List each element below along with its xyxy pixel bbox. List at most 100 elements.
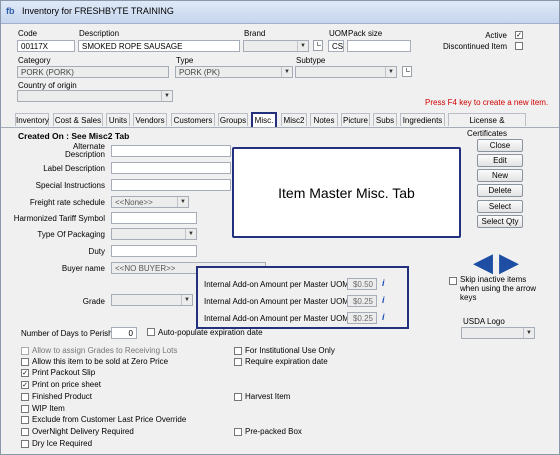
- packout-slip-checkbox[interactable]: ✓: [21, 369, 29, 377]
- allow-grades-lots-checkbox[interactable]: [21, 347, 29, 355]
- duty-field[interactable]: [111, 245, 197, 257]
- new-button[interactable]: New: [477, 169, 523, 182]
- alt-desc-field[interactable]: [111, 145, 231, 157]
- next-item-arrow-icon[interactable]: ▶: [499, 249, 519, 275]
- tab-inventory[interactable]: Inventory: [15, 113, 49, 126]
- select-qty-button[interactable]: Select Qty: [477, 215, 523, 228]
- type-select[interactable]: PORK (PK) ▼: [175, 66, 293, 78]
- harmonized-field[interactable]: [111, 212, 197, 224]
- tab-picture[interactable]: Picture: [341, 113, 370, 126]
- buyer-value: <<NO BUYER>>: [115, 264, 176, 273]
- info-icon[interactable]: i: [382, 312, 385, 322]
- category-select[interactable]: PORK (PORK): [17, 66, 169, 78]
- window-title: Inventory for FRESHBYTE TRAINING: [22, 6, 174, 16]
- packaging-select[interactable]: ▼: [111, 228, 197, 240]
- tab-vendors[interactable]: Vendors: [133, 113, 167, 126]
- packaging-label: Type Of Packaging: [37, 230, 105, 239]
- exclude-override-checkbox[interactable]: [21, 416, 29, 424]
- dry-ice-checkbox[interactable]: [21, 440, 29, 448]
- freight-label: Freight rate schedule: [29, 198, 105, 207]
- close-button[interactable]: Close: [477, 139, 523, 152]
- label-desc-field[interactable]: [111, 162, 231, 174]
- tab-license-certificates[interactable]: License & Certificates: [448, 113, 526, 138]
- tab-misc[interactable]: Misc.: [251, 112, 277, 127]
- category-label: Category: [18, 56, 51, 65]
- wip-item-checkbox[interactable]: [21, 405, 29, 413]
- edit-button[interactable]: Edit: [477, 154, 523, 167]
- app-icon: fb: [6, 6, 15, 16]
- zero-price-label: Allow this item to be sold at Zero Price: [32, 357, 169, 366]
- category-value: PORK (PORK): [21, 68, 74, 77]
- addon-3-label: Internal Add-on Amount per Master UOM #3: [204, 314, 361, 323]
- created-on-text: Created On : See Misc2 Tab: [18, 131, 130, 141]
- brand-label: Brand: [244, 29, 266, 38]
- discontinued-checkbox[interactable]: [515, 42, 523, 50]
- price-sheet-checkbox[interactable]: ✓: [21, 381, 29, 389]
- code-field[interactable]: 00117X: [17, 40, 75, 52]
- prepacked-box-label: Pre-packed Box: [245, 427, 302, 436]
- tab-misc2[interactable]: Misc2: [281, 113, 307, 126]
- uom-field[interactable]: CS: [328, 40, 344, 52]
- description-field[interactable]: SMOKED ROPE SAUSAGE: [78, 40, 240, 52]
- finished-product-label: Finished Product: [32, 392, 93, 401]
- tab-notes[interactable]: Notes: [310, 113, 338, 126]
- harmonized-label: Harmonized Tariff Symbol: [13, 214, 105, 223]
- harvest-item-label: Harvest Item: [245, 392, 291, 401]
- grade-select[interactable]: ▼: [111, 294, 193, 306]
- pack-size-field[interactable]: [347, 40, 411, 52]
- addon-2-label: Internal Add-on Amount per Master UOM #2: [204, 297, 361, 306]
- overnight-delivery-checkbox[interactable]: [21, 428, 29, 436]
- uom-label: UOM: [329, 29, 348, 38]
- tab-customers[interactable]: Customers: [171, 113, 215, 126]
- require-expiration-checkbox[interactable]: [234, 358, 242, 366]
- overnight-delivery-label: OverNight Delivery Required: [32, 427, 134, 436]
- harvest-item-checkbox[interactable]: [234, 393, 242, 401]
- special-instr-label: Special Instructions: [35, 181, 105, 190]
- duty-label: Duty: [88, 247, 105, 256]
- prepacked-box-checkbox[interactable]: [234, 428, 242, 436]
- delete-button[interactable]: Delete: [477, 184, 523, 197]
- finished-product-checkbox[interactable]: [21, 393, 29, 401]
- usda-logo-label: USDA Logo: [463, 317, 505, 326]
- country-select[interactable]: ▼: [17, 90, 173, 102]
- description-label: Description: [79, 29, 120, 38]
- days-perish-label: Number of Days to Perish: [21, 329, 113, 338]
- addon-1-field[interactable]: $0.50: [347, 278, 377, 290]
- chevron-down-icon: ▼: [281, 67, 292, 77]
- skip-inactive-checkbox[interactable]: [449, 277, 457, 285]
- previous-item-arrow-icon[interactable]: ◀: [473, 249, 493, 275]
- misc-tab-callout: Item Master Misc. Tab: [232, 147, 461, 238]
- institutional-use-label: For Institutional Use Only: [245, 346, 335, 355]
- allow-grades-lots-label: Allow to assign Grades to Receiving Lots: [32, 346, 178, 355]
- zero-price-checkbox[interactable]: [21, 358, 29, 366]
- freight-select[interactable]: <<None>> ▼: [111, 196, 189, 208]
- info-icon[interactable]: i: [382, 278, 385, 288]
- chevron-down-icon: ▼: [161, 91, 172, 101]
- special-instr-field[interactable]: [111, 179, 231, 191]
- addon-2-field[interactable]: $0.25: [347, 295, 377, 307]
- subtype-lookup-icon[interactable]: [402, 66, 412, 77]
- tab-groups[interactable]: Groups: [218, 113, 248, 126]
- chevron-down-icon: ▼: [523, 328, 534, 338]
- institutional-use-checkbox[interactable]: [234, 347, 242, 355]
- chevron-down-icon: ▼: [185, 229, 196, 239]
- brand-lookup-icon[interactable]: [313, 40, 323, 51]
- tab-subs[interactable]: Subs: [373, 113, 397, 126]
- days-perish-field[interactable]: 0: [111, 327, 137, 339]
- brand-select[interactable]: ▼: [243, 40, 309, 52]
- tab-units[interactable]: Units: [106, 113, 130, 126]
- packout-slip-label: Print Packout Slip: [32, 368, 96, 377]
- subtype-select[interactable]: ▼: [295, 66, 397, 78]
- tab-ingredients[interactable]: Ingredients: [400, 113, 445, 126]
- auto-populate-checkbox[interactable]: [147, 328, 155, 336]
- active-checkbox[interactable]: ✓: [515, 31, 523, 39]
- select-button[interactable]: Select: [477, 200, 523, 213]
- code-label: Code: [18, 29, 38, 38]
- addon-3-field[interactable]: $0.25: [347, 312, 377, 324]
- chevron-down-icon: ▼: [181, 295, 192, 305]
- buyer-label: Buyer name: [61, 264, 105, 273]
- info-icon[interactable]: i: [382, 295, 385, 305]
- wip-item-label: WIP Item: [32, 404, 65, 413]
- tab-cost-sales[interactable]: Cost & Sales: [53, 113, 103, 126]
- usda-logo-select[interactable]: ▼: [461, 327, 535, 339]
